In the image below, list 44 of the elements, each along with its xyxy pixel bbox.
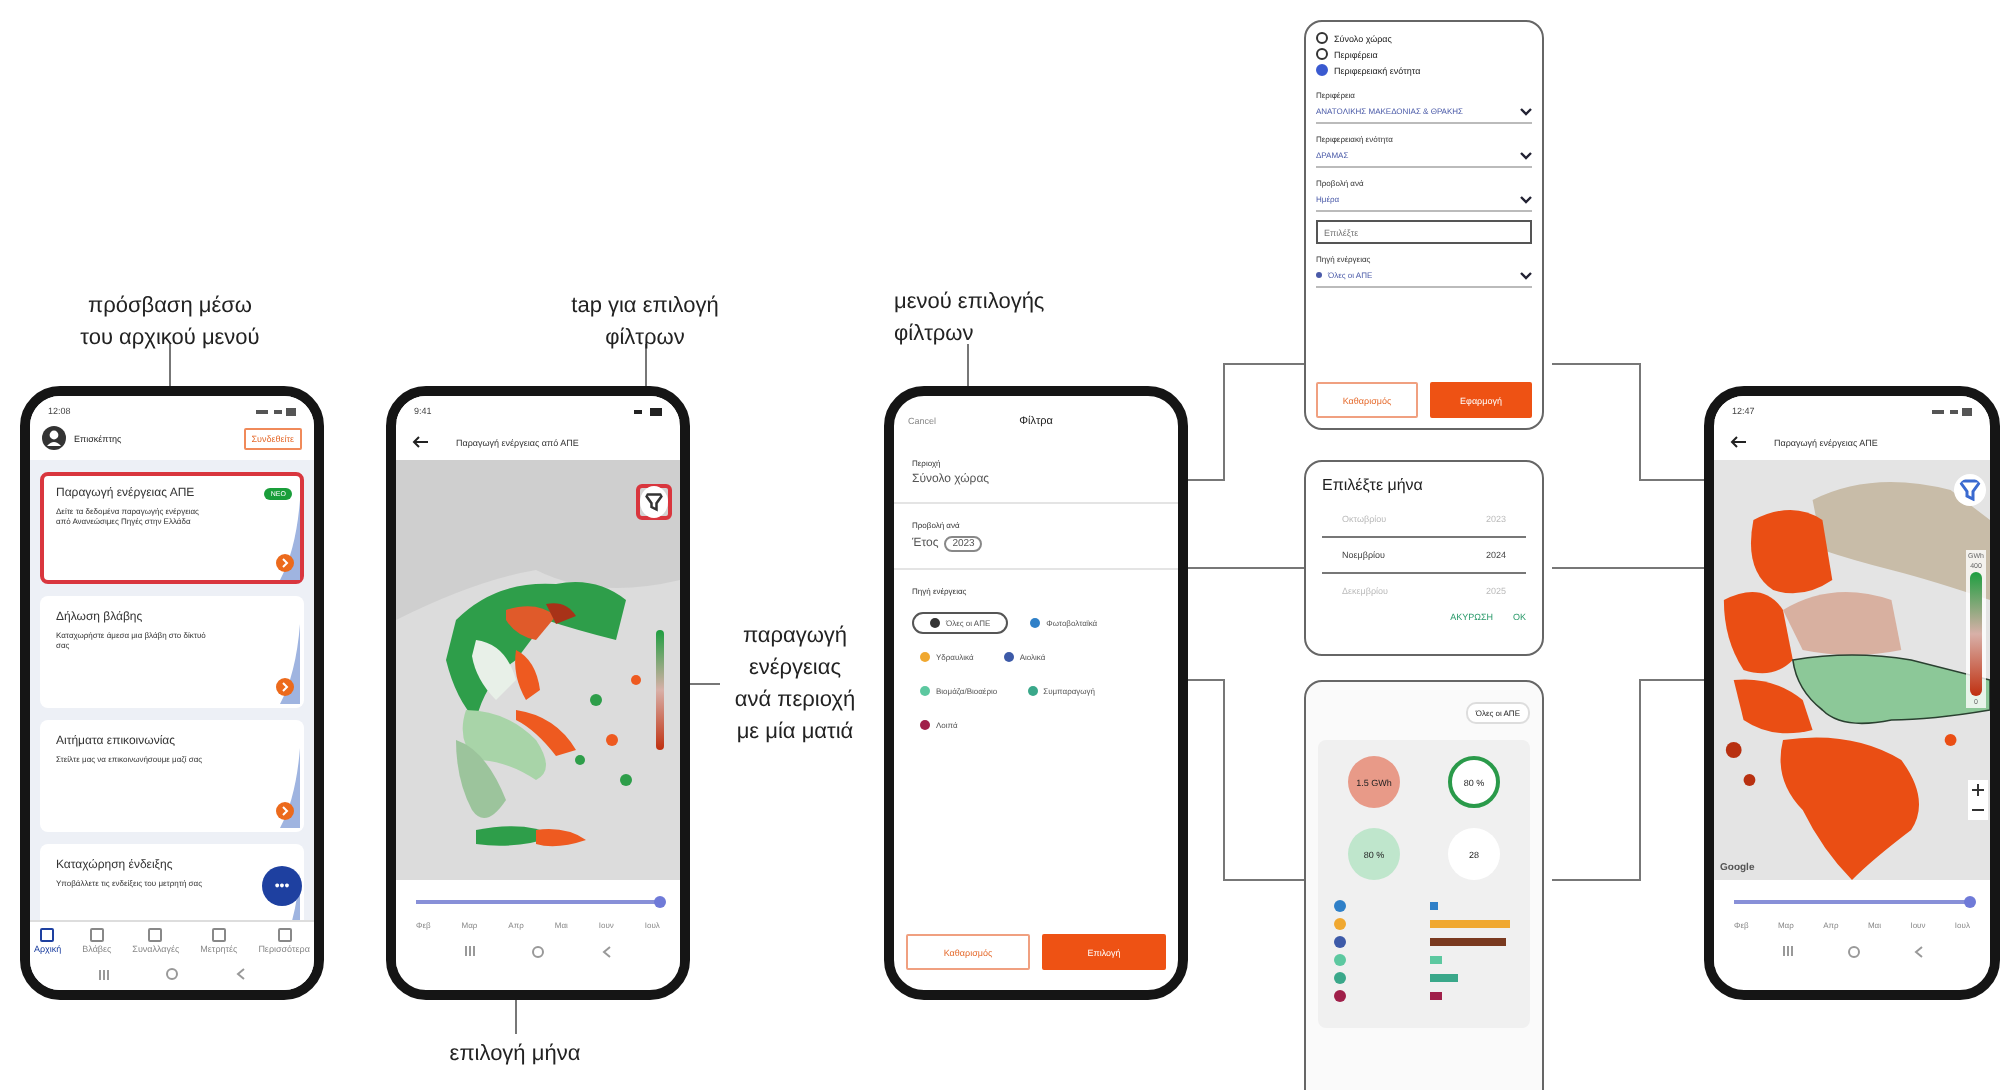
back-arrow-icon[interactable] — [412, 436, 428, 448]
caption-text: με μία ματιά — [736, 718, 854, 748]
filter-icon — [640, 486, 668, 518]
dot-icon — [1316, 272, 1322, 278]
home-circle-icon[interactable] — [532, 945, 545, 957]
plus-icon — [1972, 784, 1984, 796]
dialog-title: Επιλέξτε μήνα — [1322, 476, 1425, 494]
back-chevron-icon[interactable] — [1913, 945, 1923, 957]
status-icons-icon — [634, 407, 662, 415]
zoom-in-button[interactable] — [1968, 780, 1988, 800]
caption-text: πρόσβαση μέσω — [87, 292, 253, 322]
home-circle-icon[interactable] — [166, 968, 179, 980]
status-icons-icon — [1932, 407, 1972, 415]
caption-text: μενού επιλογής — [894, 288, 1045, 318]
color-scale-icon — [656, 630, 664, 750]
minus-icon — [1972, 804, 1984, 816]
back-chevron-icon[interactable] — [601, 945, 612, 957]
caption-text: επιλογή μήνα — [449, 1040, 581, 1070]
avatar-icon — [42, 426, 66, 450]
color-scale-icon — [1970, 572, 1982, 696]
arrow-right-icon[interactable] — [276, 554, 294, 572]
chevron-down-icon — [1520, 107, 1532, 115]
recent-apps-icon[interactable] — [1781, 946, 1793, 956]
caption-text: tap για επιλογή — [571, 292, 719, 322]
caption-text: φίλτρων — [605, 324, 685, 354]
caption-text: φίλτρων — [894, 320, 974, 350]
arrow-right-icon[interactable] — [276, 802, 294, 820]
filter-button[interactable] — [636, 484, 672, 520]
caption-text: του αρχικού μενού — [80, 324, 260, 354]
slider-thumb[interactable] — [1964, 895, 1976, 907]
chevron-down-icon — [1520, 271, 1532, 279]
slider-thumb[interactable] — [654, 895, 666, 907]
caption-text: ενέργειας — [748, 654, 842, 684]
recent-apps-icon[interactable] — [464, 946, 477, 956]
back-arrow-icon[interactable] — [1730, 436, 1746, 448]
chevron-down-icon — [1520, 195, 1532, 203]
caption-text: ανά περιοχή — [734, 686, 856, 716]
caption-text: παραγωγή — [742, 622, 848, 652]
back-chevron-icon[interactable] — [235, 968, 246, 980]
arrow-right-icon[interactable] — [276, 678, 294, 696]
recent-apps-icon[interactable] — [98, 969, 111, 979]
status-icons-icon — [256, 407, 296, 415]
chevron-down-icon — [1520, 151, 1532, 159]
home-circle-icon[interactable] — [1847, 945, 1859, 957]
